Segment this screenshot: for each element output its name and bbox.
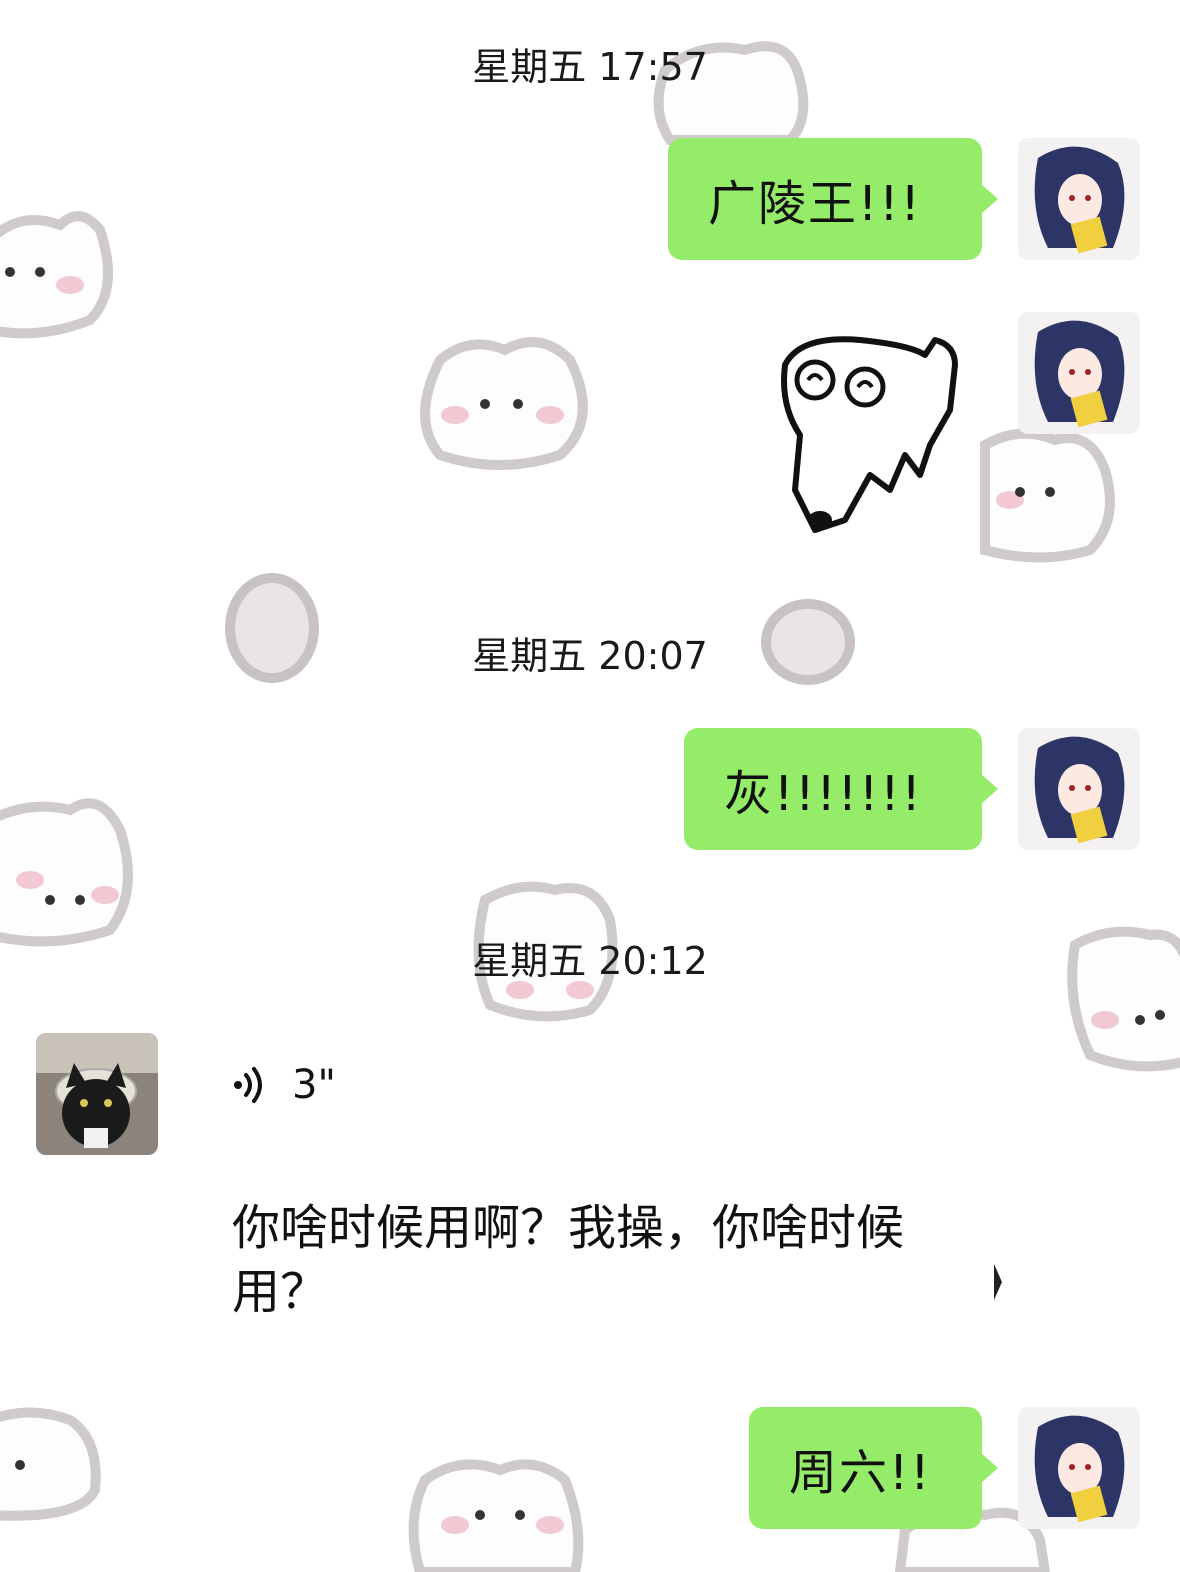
sent-message-bubble[interactable]: 广陵王!!!: [668, 138, 998, 260]
cat-doodle: [420, 337, 588, 470]
sent-sticker[interactable]: [770, 325, 965, 535]
timestamp: 星期五 20:07: [472, 634, 708, 678]
black-cat-avatar-icon: [36, 1033, 158, 1155]
chat-wallpaper: [0, 41, 1180, 1572]
my-avatar[interactable]: [1018, 312, 1140, 434]
voice-message[interactable]: 3": [232, 1062, 336, 1108]
message-text: 广陵王!!!: [708, 176, 922, 232]
voice-duration: 3": [292, 1062, 336, 1108]
message-text: 灰!!!!!!!: [724, 766, 923, 822]
anime-girl-avatar-icon: [1018, 728, 1140, 850]
voice-transcript: 你啥时候用啊？我操，你啥时候用？: [232, 1200, 905, 1320]
message-text: 周六!!: [789, 1445, 932, 1501]
voice-wave-icon: [234, 1067, 262, 1103]
timestamp: 星期五 17:57: [472, 45, 708, 89]
cat-doodle: [0, 1407, 101, 1521]
sent-message-bubble[interactable]: 灰!!!!!!!: [684, 728, 998, 850]
pixel-dog-sticker-icon: [781, 336, 958, 533]
my-avatar[interactable]: [1018, 728, 1140, 850]
bunny-doodle: [0, 798, 133, 947]
anime-girl-avatar-icon: [1018, 1407, 1140, 1529]
my-avatar[interactable]: [1018, 138, 1140, 260]
timestamp: 星期五 20:12: [472, 939, 708, 983]
my-avatar[interactable]: [1018, 1407, 1140, 1529]
contact-avatar[interactable]: [36, 1033, 158, 1155]
anime-girl-avatar-icon: [1018, 312, 1140, 434]
cat-doodle: [0, 211, 113, 339]
anime-girl-avatar-icon: [1018, 138, 1140, 260]
sent-message-bubble[interactable]: 周六!!: [749, 1407, 998, 1529]
